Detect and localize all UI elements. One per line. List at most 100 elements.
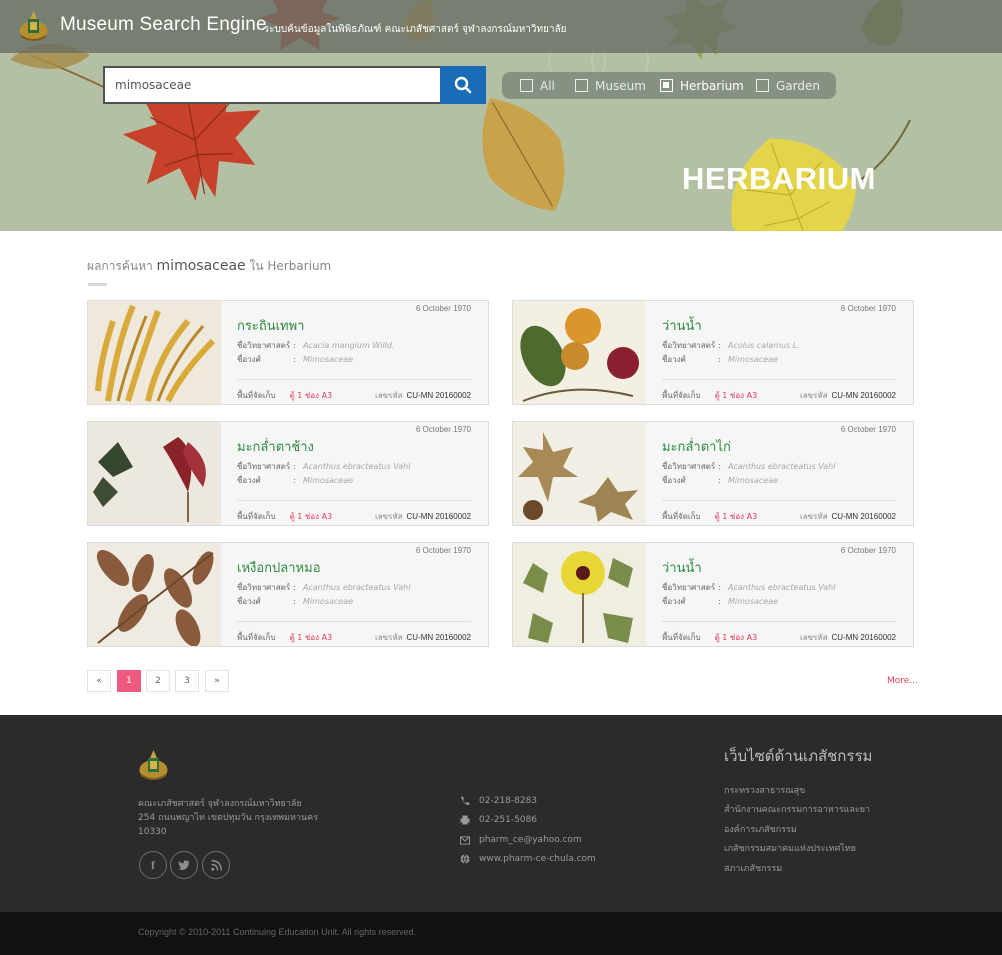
more-link[interactable]: More... [887,676,918,686]
filter-herbarium[interactable]: Herbarium [660,77,744,94]
filter-museum-label: Museum [595,78,646,93]
results-keyword: mimosaceae [156,258,246,274]
footer-address: คณะเภสัชศาสตร์ จุฬาลงกรณ์มหาวิทยาลัย 254… [138,797,318,839]
scientific-name-label: ชื่อวิทยาศาสตร์ [662,583,716,592]
filter-herbarium-checkbox[interactable] [660,79,673,92]
specimen-name[interactable]: ว่านน้ำ [662,315,702,336]
globe-icon [460,854,470,864]
filter-herbarium-label: Herbarium [680,78,744,93]
storage-location-label: พื้นที่จัดเก็บ [662,633,701,642]
contact-email-text[interactable]: pharm_ce@yahoo.com [479,835,582,845]
storage-location-row: พื้นที่จัดเก็บ ตู้ 1 ช่อง A3 [237,389,332,402]
storage-location-label: พื้นที่จัดเก็บ [662,391,701,400]
facebook-button[interactable]: f [139,851,167,879]
contact-fax: 02-251-5086 [460,815,537,825]
hero-heading: HERBARIUM [682,161,876,196]
results-heading: ผลการค้นหา mimosaceae ใน Herbarium [87,257,331,276]
filter-all[interactable]: All [520,77,555,94]
scientific-name-label: ชื่อวิทยาศาสตร์ [237,583,291,592]
pagination-prev[interactable]: « [87,670,111,692]
footer-link[interactable]: สำนักงานคณะกรรมการอาหารและยา [724,802,870,816]
specimen-code-label: เลขรหัส [799,512,828,521]
specimen-name[interactable]: เหงือกปลาหมอ [237,557,321,578]
scientific-name-row: ชื่อวิทยาศาสตร์: Acolus calamus L. [662,341,800,350]
copyright-text: Copyright © 2010-2011 Continuing Educati… [138,927,417,937]
storage-location-row: พื้นที่จัดเก็บ ตู้ 1 ช่อง A3 [662,510,757,523]
results-prefix: ผลการค้นหา [87,259,153,273]
search-box [103,66,486,104]
result-card[interactable]: 6 October 1970 ว่านน้ำ ชื่อวิทยาศาสตร์: A… [512,300,914,405]
address-line: คณะเภสัชศาสตร์ จุฬาลงกรณ์มหาวิทยาลัย [138,799,302,809]
filter-all-checkbox[interactable] [520,79,533,92]
result-card[interactable]: 6 October 1970 มะกล่ำตาช้าง ชื่อวิทยาศาส… [87,421,489,526]
pagination-page-2[interactable]: 2 [146,670,170,692]
search-button[interactable] [440,66,486,104]
card-divider [237,379,471,380]
specimen-name[interactable]: ว่านน้ำ [662,557,702,578]
hero-banner: Museum Search Engine - ระบบค้นข้อมูลในพิ… [0,0,1002,231]
footer-link[interactable]: องค์การเภสัชกรรม [724,822,797,836]
footer-link[interactable]: กระทรวงสาธารณสุข [724,783,805,797]
storage-location-label: พื้นที่จัดเก็บ [237,633,276,642]
address-line: 10330 [138,827,167,837]
storage-location-row: พื้นที่จัดเก็บ ตู้ 1 ช่อง A3 [662,631,757,644]
specimen-name[interactable]: กระถินเทพา [237,315,304,336]
scientific-name-row: ชื่อวิทยาศาสตร์: Acanthus ebracteatus Vah… [237,462,411,471]
scientific-name-row: ชื่อวิทยาศาสตร์: Acanthus ebracteatus Vah… [662,583,836,592]
category-filter-bar: All Museum Herbarium Garden [502,72,836,99]
contact-website[interactable]: www.pharm-ce-chula.com [460,854,596,864]
rss-button[interactable] [202,851,230,879]
filter-garden[interactable]: Garden [756,77,820,94]
specimen-code-row: เลขรหัส CU-MN 20160002 [800,631,896,644]
specimen-date: 6 October 1970 [415,546,471,555]
filter-museum-checkbox[interactable] [575,79,588,92]
result-card[interactable]: 6 October 1970 เหงือกปลาหมอ ชื่อวิทยาศาส… [87,542,489,647]
footer-logo [139,750,168,780]
scientific-name-value: Acanthus ebracteatus Vahl [728,462,836,471]
family-row: ชื่อวงศ์: Mimosaceae [237,597,354,606]
specimen-date: 6 October 1970 [840,304,896,313]
contact-fax-text: 02-251-5086 [479,815,538,825]
footer-link[interactable]: เภสัชกรรมสมาคมแห่งประเทศไทย [724,841,856,855]
specimen-thumbnail[interactable] [88,422,221,525]
pagination-next[interactable]: » [205,670,229,692]
specimen-code-row: เลขรหัส CU-MN 20160002 [800,510,896,523]
result-card[interactable]: 6 October 1970 กระถินเทพา ชื่อวิทยาศาสตร… [87,300,489,405]
rss-icon [210,859,222,871]
family-value: Mimosaceae [303,355,354,364]
specimen-code-label: เลขรหัส [374,512,403,521]
footer-link[interactable]: สภาเภสัชกรรม [724,861,782,875]
contact-email[interactable]: pharm_ce@yahoo.com [460,835,582,845]
specimen-thumbnail[interactable] [513,422,646,525]
specimen-name[interactable]: มะกล่ำตาไก่ [662,436,731,457]
storage-location-row: พื้นที่จัดเก็บ ตู้ 1 ช่อง A3 [237,510,332,523]
card-divider [237,621,471,622]
pagination-page-3[interactable]: 3 [175,670,199,692]
result-card[interactable]: 6 October 1970 มะกล่ำตาไก่ ชื่อวิทยาศาสต… [512,421,914,526]
specimen-code-row: เลขรหัส CU-MN 20160002 [375,510,471,523]
family-value: Mimosaceae [728,597,779,606]
result-card[interactable]: 6 October 1970 ว่านน้ำ ชื่อวิทยาศาสตร์: A… [512,542,914,647]
filter-garden-checkbox[interactable] [756,79,769,92]
search-input[interactable] [115,74,435,96]
filter-museum[interactable]: Museum [575,77,646,94]
specimen-code-label: เลขรหัส [374,391,403,400]
specimen-thumbnail[interactable] [513,301,646,404]
app-title[interactable]: Museum Search Engine [60,14,267,36]
pagination-page-1[interactable]: 1 [117,670,141,692]
phone-icon [460,796,470,806]
scientific-name-value: Acolus calamus L. [728,341,800,350]
twitter-button[interactable] [170,851,198,879]
specimen-thumbnail[interactable] [88,301,221,404]
specimen-date: 6 October 1970 [415,304,471,313]
family-label: ชื่อวงศ์ [237,476,261,485]
scientific-name-label: ชื่อวิทยาศาสตร์ [662,462,716,471]
specimen-thumbnail[interactable] [88,543,221,646]
faculty-logo[interactable] [18,9,49,44]
storage-location-value: ตู้ 1 ช่อง A3 [714,512,758,521]
filter-garden-label: Garden [776,78,820,93]
contact-website-text[interactable]: www.pharm-ce-chula.com [479,854,596,864]
scientific-name-label: ชื่อวิทยาศาสตร์ [662,341,716,350]
specimen-name[interactable]: มะกล่ำตาช้าง [237,436,314,457]
specimen-thumbnail[interactable] [513,543,646,646]
